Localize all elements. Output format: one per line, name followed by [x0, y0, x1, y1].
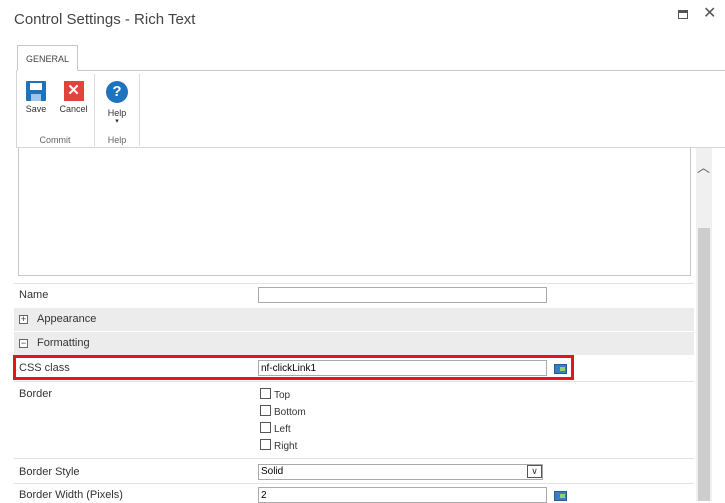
border-style-select[interactable]: Solid	[258, 464, 543, 480]
help-dropdown-arrow: ▾	[115, 118, 119, 125]
border-bottom-checkbox[interactable]: Bottom	[260, 405, 306, 418]
lookup-icon[interactable]	[554, 491, 567, 501]
name-label: Name	[19, 289, 49, 301]
checkbox[interactable]	[260, 405, 271, 416]
help-button[interactable]: ? Help ▾	[101, 81, 133, 125]
cancel-label: Cancel	[59, 104, 88, 114]
checkbox[interactable]	[260, 422, 271, 433]
highlight-box	[13, 355, 574, 380]
help-icon: ?	[106, 81, 128, 103]
save-icon	[26, 81, 46, 101]
row-divider	[14, 483, 694, 484]
border-left-checkbox[interactable]: Left	[260, 422, 291, 435]
border-style-value: Solid	[261, 466, 284, 477]
appearance-section-header[interactable]: + Appearance	[14, 308, 694, 331]
name-input[interactable]	[258, 287, 547, 303]
group-separator	[139, 74, 140, 146]
scrollbar-thumb[interactable]	[698, 228, 710, 501]
row-divider	[14, 283, 694, 284]
border-width-label: Border Width (Pixels)	[19, 489, 123, 501]
expand-icon[interactable]: +	[19, 315, 28, 324]
border-right-label: Right	[274, 441, 298, 452]
row-divider	[14, 458, 694, 459]
help-group-label: Help	[107, 135, 127, 145]
checkbox[interactable]	[260, 439, 271, 450]
formatting-label: Formatting	[37, 337, 90, 349]
commit-group-label: Commit	[39, 135, 71, 145]
ribbon-left-border	[16, 70, 17, 148]
border-top-checkbox[interactable]: Top	[260, 388, 290, 401]
cancel-icon: ✕	[63, 81, 84, 101]
tab-general[interactable]: GENERAL	[17, 45, 78, 71]
appearance-label: Appearance	[37, 313, 97, 325]
row-divider	[14, 381, 694, 382]
maximize-icon[interactable]	[678, 10, 688, 19]
close-icon[interactable]: ✕	[703, 6, 716, 22]
border-label: Border	[19, 388, 53, 400]
scroll-up-icon[interactable]: ︿	[697, 157, 710, 176]
checkbox[interactable]	[260, 388, 271, 399]
border-left-label: Left	[274, 424, 291, 435]
collapse-icon[interactable]: −	[19, 339, 28, 348]
chevron-down-icon[interactable]: ∨	[527, 465, 542, 478]
rich-text-editor[interactable]	[18, 148, 691, 276]
border-top-label: Top	[274, 390, 291, 401]
window-title: Control Settings - Rich Text	[14, 11, 196, 28]
group-separator	[94, 74, 95, 146]
border-bottom-label: Bottom	[274, 407, 306, 418]
help-label: Help	[107, 108, 127, 118]
cancel-button[interactable]: ✕ Cancel	[57, 81, 90, 114]
save-label: Save	[25, 104, 47, 114]
border-right-checkbox[interactable]: Right	[260, 439, 297, 452]
border-style-label: Border Style	[19, 466, 80, 478]
ribbon-top-border	[16, 70, 725, 71]
formatting-section-header[interactable]: − Formatting	[14, 332, 694, 355]
save-button[interactable]: Save	[20, 81, 52, 114]
